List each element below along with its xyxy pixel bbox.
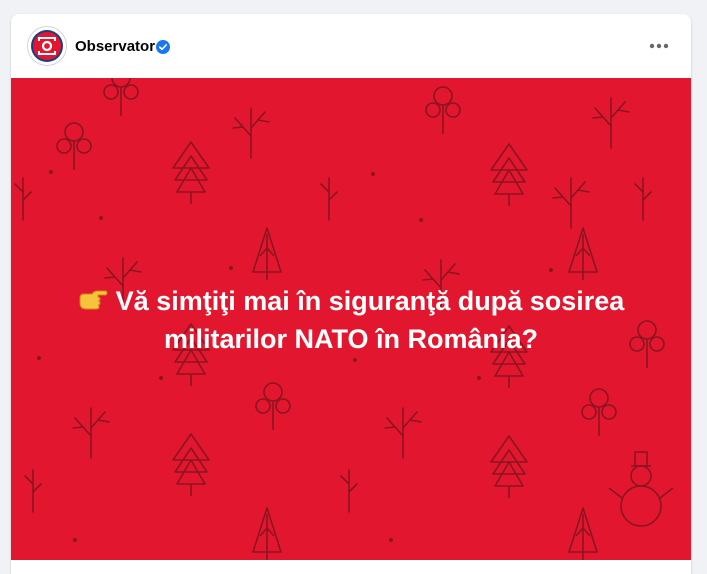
banner-text-line-2: militarilor NATO în România? <box>163 324 539 354</box>
snowman-icon <box>608 451 674 527</box>
pattern-tree-icon <box>425 86 461 135</box>
more-options-button[interactable] <box>643 30 675 62</box>
post-card: Observator Vă simţiţi mai în siguranţă d… <box>11 14 691 574</box>
pattern-tree-icon <box>24 469 42 513</box>
banner-text-line-1-label: Vă simţiţi mai în siguranţă după sosirea <box>115 286 625 316</box>
post-header: Observator <box>11 14 691 78</box>
pointing-finger-icon <box>79 290 108 310</box>
pattern-tree-icon <box>172 433 210 497</box>
pattern-tree-icon <box>340 469 358 513</box>
pattern-tree-icon <box>252 227 282 281</box>
pattern-tree-icon <box>384 407 422 459</box>
pattern-tree-icon <box>172 141 210 205</box>
pattern-tree-icon <box>490 435 528 499</box>
pattern-tree-icon <box>56 122 92 171</box>
pattern-tree-icon <box>552 177 590 229</box>
banner-question-text: Vă simţiţi mai în siguranţă după sosirea… <box>31 282 671 358</box>
pattern-tree-icon <box>490 143 528 207</box>
pattern-tree-icon <box>634 177 652 221</box>
pattern-tree-icon <box>14 177 32 221</box>
banner-text-line-1: Vă simţiţi mai în siguranţă după sosirea <box>31 282 671 320</box>
pattern-tree-icon <box>103 78 139 117</box>
pattern-tree-icon <box>568 507 598 560</box>
pattern-tree-icon <box>320 177 338 221</box>
pattern-tree-icon <box>72 407 110 459</box>
post-image-banner[interactable]: Vă simţiţi mai în siguranţă după sosirea… <box>11 78 691 560</box>
pattern-tree-icon <box>592 97 630 149</box>
pattern-tree-icon <box>255 382 291 431</box>
pattern-tree-icon <box>581 388 617 437</box>
observator-logo-icon <box>31 30 63 62</box>
pattern-tree-icon <box>252 507 282 560</box>
author-avatar[interactable] <box>27 26 67 66</box>
verified-badge-icon <box>156 40 170 54</box>
more-options-icon <box>649 43 669 49</box>
author-name[interactable]: Observator <box>75 38 155 56</box>
pattern-tree-icon <box>232 107 270 159</box>
pattern-tree-icon <box>568 227 598 281</box>
